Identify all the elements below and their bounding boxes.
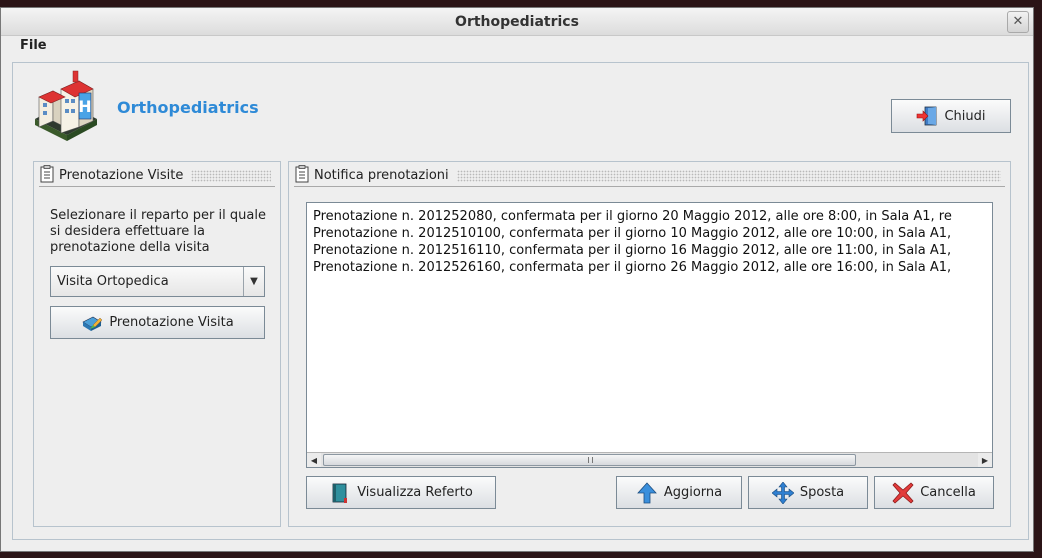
menu-bar: File [1,36,1033,57]
title-bar: Orthopediatrics ✕ [1,8,1033,36]
horizontal-scrollbar[interactable]: ◀ ▶ [307,452,992,467]
close-app-label: Chiudi [944,108,986,124]
app-name: Orthopediatrics [117,98,259,117]
department-select[interactable]: Visita Ortopedica ▼ [50,266,265,297]
book-icon [329,482,351,504]
refresh-label: Aggiorna [663,485,723,500]
list-item[interactable]: Prenotazione n. 201252080, confermata pe… [313,208,992,225]
list-item[interactable]: Prenotazione n. 2012510100, confermata p… [313,225,992,242]
chevron-down-icon[interactable]: ▼ [243,267,264,296]
view-report-label: Visualizza Referto [357,485,473,500]
main-content: H Orthopediatrics Chiudi Prenotazione Vi… [12,62,1029,540]
move-label: Sposta [799,485,845,500]
clipboard-icon [39,164,55,187]
book-visit-label: Prenotazione Visita [109,315,234,330]
view-report-button[interactable]: Visualizza Referto [306,476,496,509]
move-button[interactable]: Sposta [748,476,868,509]
department-select-value: Visita Ortopedica [57,274,169,289]
close-app-button[interactable]: Chiudi [891,99,1011,133]
scrollbar-thumb[interactable] [323,454,856,466]
booking-instructions: Selezionare il reparto per il quale si d… [50,208,266,255]
scroll-right-icon[interactable]: ▶ [978,453,992,467]
exit-door-icon [916,105,938,127]
app-window: Orthopediatrics ✕ File H Orthopediatrics… [0,7,1034,552]
booking-panel: Prenotazione Visite Selezionare il repar… [33,161,281,527]
notifications-panel-title: Notifica prenotazioni [314,168,449,183]
arrow-up-icon [636,481,658,504]
list-item[interactable]: Prenotazione n. 2012516110, confermata p… [313,242,992,259]
notifications-panel-header: Notifica prenotazioni [294,164,1005,187]
book-visit-button[interactable]: Prenotazione Visita [50,306,265,339]
notifications-list[interactable]: Prenotazione n. 201252080, confermata pe… [306,202,993,468]
menu-file[interactable]: File [20,38,47,53]
svg-text:H: H [78,97,91,116]
scroll-left-icon[interactable]: ◀ [307,453,321,467]
booking-panel-title: Prenotazione Visite [59,168,184,183]
cancel-button[interactable]: Cancella [874,476,994,509]
booking-panel-header: Prenotazione Visite [39,164,275,187]
list-item[interactable]: Prenotazione n. 2012526160, confermata p… [313,259,992,276]
cancel-label: Cancella [920,485,976,500]
clipboard-icon [294,164,310,187]
notifications-panel: Notifica prenotazioni Prenotazione n. 20… [288,161,1011,527]
calendar-pen-icon [81,312,103,334]
refresh-button[interactable]: Aggiorna [616,476,742,509]
window-title: Orthopediatrics [455,14,579,30]
hospital-building-icon: H [31,69,101,144]
red-x-icon [892,481,914,504]
window-close-button[interactable]: ✕ [1007,11,1029,33]
move-arrows-icon [771,481,795,504]
